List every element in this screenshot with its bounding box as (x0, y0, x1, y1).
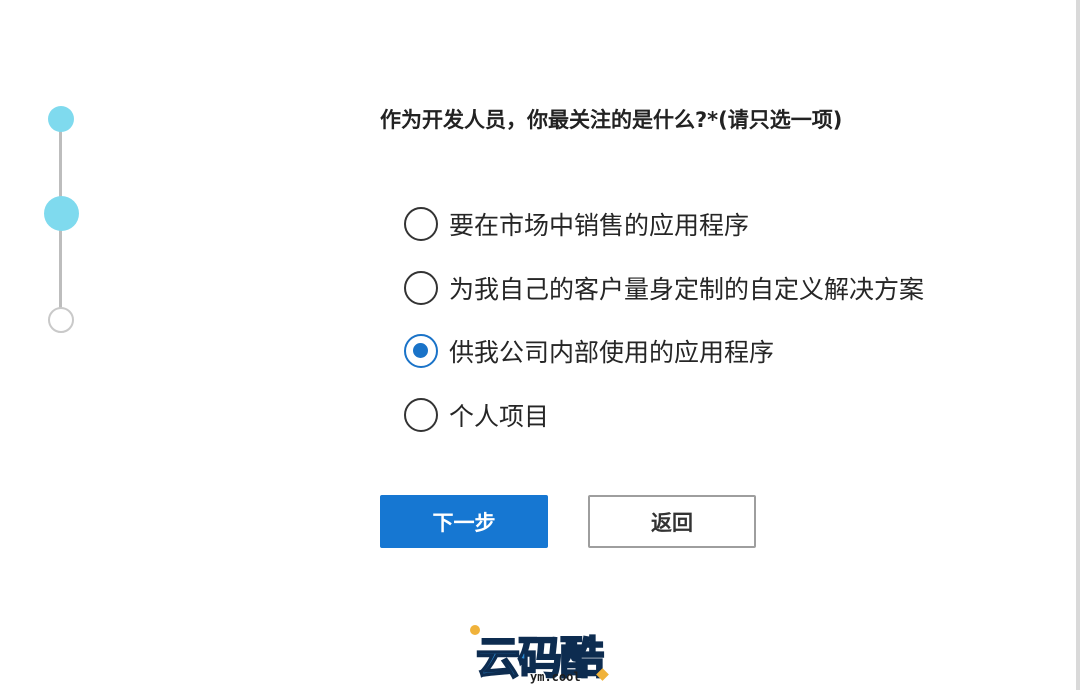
stepper-dot-completed (48, 106, 74, 132)
radio-button[interactable] (404, 207, 438, 241)
radio-option-label: 要在市场中销售的应用程序 (449, 211, 750, 240)
survey-page: 作为开发人员，你最关注的是什么?*(请只选一项) 要在市场中销售的应用程序 为我… (0, 0, 1080, 690)
radio-option-label: 供我公司内部使用的应用程序 (449, 338, 775, 367)
stepper-dot-pending (48, 307, 74, 333)
radio-button[interactable] (404, 397, 438, 432)
radio-button-selected[interactable] (404, 334, 438, 368)
stepper-connector (59, 130, 62, 206)
radio-option-label: 为我自己的客户量身定制的自定义解决方案 (449, 274, 925, 304)
watermark-logo: 云码酷 ym.cool (468, 622, 614, 688)
radio-group: 要在市场中销售的应用程序 为我自己的客户量身定制的自定义解决方案 供我公司内部使… (404, 205, 924, 459)
next-button[interactable]: 下一步 (380, 495, 548, 548)
radio-option[interactable]: 供我公司内部使用的应用程序 (404, 332, 924, 370)
back-button[interactable]: 返回 (588, 495, 756, 548)
radio-button[interactable] (404, 270, 438, 305)
radio-option[interactable]: 个人项目 (404, 396, 924, 434)
radio-option[interactable]: 要在市场中销售的应用程序 (404, 205, 924, 243)
question-title: 作为开发人员，你最关注的是什么?*(请只选一项) (380, 108, 843, 132)
radio-option-label: 个人项目 (449, 401, 550, 431)
logo-subtext: ym.cool (530, 670, 581, 684)
radio-option[interactable]: 为我自己的客户量身定制的自定义解决方案 (404, 269, 924, 307)
window-edge (1076, 0, 1080, 690)
stepper-dot-current (44, 196, 79, 231)
stepper-connector (59, 230, 62, 312)
